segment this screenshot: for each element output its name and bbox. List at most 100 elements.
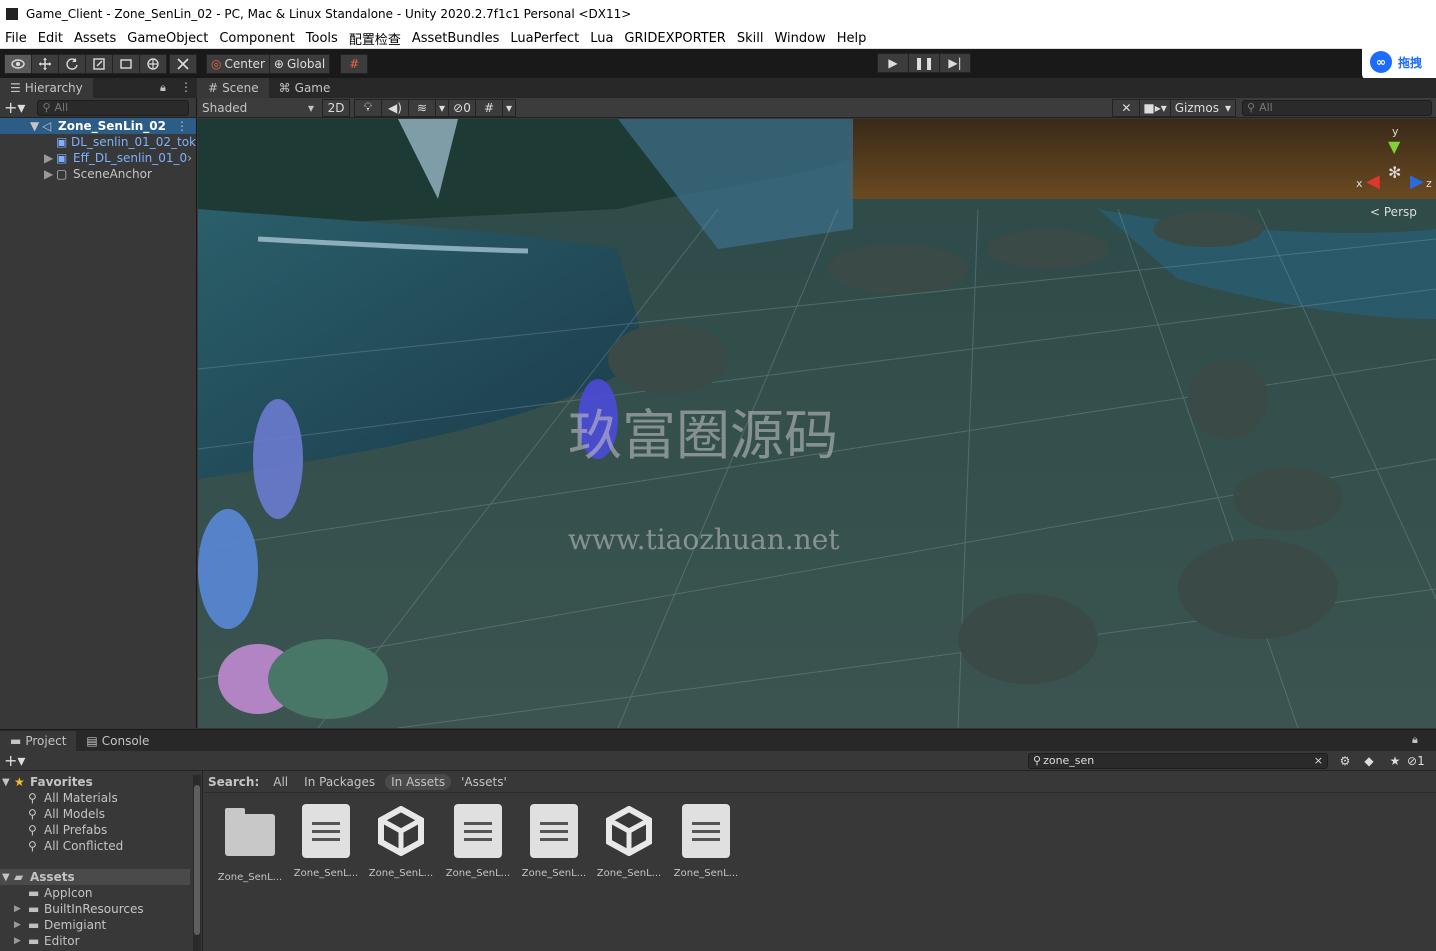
hierarchy-item[interactable]: ▶ ▣ Eff_DL_senlin_01_0 ›	[0, 150, 196, 166]
effects-dropdown[interactable]: ▾	[435, 98, 449, 117]
play-button[interactable]: ▶	[877, 53, 909, 73]
favorite-item[interactable]: ⚲ All Prefabs	[0, 822, 202, 838]
menu-lua[interactable]: Lua	[585, 31, 619, 46]
menu-tools[interactable]: Tools	[301, 31, 344, 46]
favorites-header[interactable]: ▼ ★ Favorites	[0, 774, 202, 790]
effects-toggle[interactable]: ≋	[408, 98, 436, 117]
step-button[interactable]: ▶|	[939, 53, 971, 73]
menu-assets[interactable]: Assets	[69, 31, 122, 46]
scene-options-icon[interactable]: ⋮	[176, 119, 188, 133]
camera-icon: ■▸▾	[1143, 100, 1167, 115]
scene-tab-label: Scene	[222, 81, 259, 95]
tab-game[interactable]: ⌘ Game	[269, 78, 341, 98]
grid-snap-button[interactable]: #	[340, 53, 369, 74]
orientation-gizmo[interactable]: y ▼ ◀ ▶ ✻ x z < Persp	[1356, 125, 1432, 219]
folder-icon: ▬	[28, 902, 40, 916]
add-icon[interactable]: +▾	[4, 751, 25, 770]
grid-dropdown[interactable]: ▾	[502, 98, 516, 117]
tab-hierarchy[interactable]: ☰ Hierarchy	[0, 78, 93, 98]
lighting-toggle[interactable]: 💡︎	[354, 98, 382, 117]
custom-tool-button[interactable]	[169, 53, 197, 74]
menu-config-check[interactable]: 配置检查	[344, 29, 407, 48]
audio-toggle[interactable]: ◀)	[381, 98, 409, 117]
menu-gridexporter[interactable]: GRIDEXPORTER	[619, 31, 731, 46]
hierarchy-scene-row[interactable]: ▼ ◁ Zone_SenLin_02 ⋮	[0, 118, 196, 134]
grid-toggle[interactable]: #	[475, 98, 503, 117]
lock-icon[interactable]: 🔒︎	[1412, 733, 1418, 747]
toggle-2d-button[interactable]: 2D	[322, 98, 350, 117]
asset-result[interactable]: Zone_SenL...	[519, 804, 589, 879]
rect-tool-button[interactable]	[112, 53, 140, 74]
favorite-item[interactable]: ⚲ All Models	[0, 806, 202, 822]
tab-project[interactable]: ▬ Project	[0, 731, 77, 751]
scale-tool-button[interactable]	[85, 53, 113, 74]
hierarchy-search-input[interactable]: ⚲ All	[37, 99, 190, 116]
favorite-item[interactable]: ⚲ All Materials	[0, 790, 202, 806]
pause-button[interactable]: ❚❚	[908, 53, 940, 73]
pivot-global-button[interactable]: ⊕ Global	[268, 53, 331, 74]
dropdown-arrow-icon: ▾	[307, 100, 314, 115]
filter-in-packages[interactable]: In Packages	[298, 774, 381, 790]
menu-window[interactable]: Window	[769, 31, 831, 46]
asset-result[interactable]: Zone_SenL...	[594, 804, 664, 879]
filter-all[interactable]: All	[267, 774, 294, 790]
camera-settings-button[interactable]: ■▸▾	[1139, 98, 1171, 117]
favorite-item[interactable]: ⚲ All Conflicted	[0, 838, 202, 854]
menu-edit[interactable]: Edit	[33, 31, 69, 46]
folder-item[interactable]: ▶ ▬ Editor	[0, 933, 202, 949]
menu-file[interactable]: File	[0, 31, 33, 46]
scene-tools-button[interactable]: ✕	[1112, 98, 1141, 117]
scene-panel: # Scene ⌘ Game Shaded ▾ 2D 💡︎ ◀) ≋ ▾ ⊘ 0 # ▾…	[198, 78, 1436, 728]
menu-component[interactable]: Component	[214, 31, 300, 46]
menu-assetbundles[interactable]: AssetBundles	[407, 31, 506, 46]
scene-search-input[interactable]: ⚲ All	[1242, 99, 1432, 116]
hierarchy-item[interactable]: ▣ DL_senlin_01_02_tok	[0, 134, 196, 150]
scene-viewport[interactable]: 玖富圈源码 www.tiaozhuan.net y ▼ ◀ ▶ ✻ x z < …	[198, 119, 1436, 728]
projection-label[interactable]: < Persp	[1370, 205, 1417, 219]
asset-result[interactable]: Zone_SenL...	[671, 804, 741, 879]
assets-header[interactable]: ▼ ▰ Assets	[0, 869, 190, 885]
shading-mode-dropdown[interactable]: Shaded ▾	[198, 99, 318, 117]
menu-bar: File Edit Assets GameObject Component To…	[0, 28, 1436, 49]
folder-icon: ▬	[10, 734, 22, 748]
tab-console[interactable]: ▤ Console	[76, 731, 159, 751]
search-icon: ⚲	[28, 839, 37, 853]
more-options-icon[interactable]: ⋮	[180, 80, 192, 94]
folder-item[interactable]: ▶ ▬ Demigiant	[0, 917, 202, 933]
gizmos-dropdown[interactable]: Gizmos ▾	[1169, 98, 1236, 117]
baidu-netdisk-overlay[interactable]: ∞ 拖拽	[1362, 44, 1436, 80]
filter-assets-folder[interactable]: 'Assets'	[455, 774, 513, 790]
move-tool-button[interactable]	[31, 53, 59, 74]
save-search-button[interactable]: ★	[1381, 752, 1409, 770]
lock-icon[interactable]: 🔒︎	[160, 81, 166, 95]
chevron-right-icon[interactable]: ›	[187, 151, 192, 165]
menu-luaperfect[interactable]: LuaPerfect	[505, 31, 585, 46]
grid-snap-icon: #	[349, 56, 360, 71]
menu-skill[interactable]: Skill	[732, 31, 770, 46]
scrollbar-thumb[interactable]	[194, 785, 200, 935]
filter-by-label-button[interactable]: ◆	[1355, 752, 1383, 770]
hierarchy-item[interactable]: ▶ ▢ SceneAnchor	[0, 166, 196, 182]
project-search-input[interactable]: ⚲ zone_sen ×	[1028, 752, 1328, 769]
add-icon[interactable]: +▾	[4, 98, 25, 117]
transform-tool-button[interactable]	[139, 53, 167, 74]
clear-search-icon[interactable]: ×	[1314, 754, 1323, 767]
folder-item[interactable]: ▶ ▬ BuiltInResources	[0, 901, 202, 917]
view-tool-button[interactable]	[4, 53, 32, 74]
asset-result[interactable]: Zone_SenL...	[291, 804, 361, 879]
menu-gameobject[interactable]: GameObject	[122, 31, 214, 46]
hierarchy-tabbar: ☰ Hierarchy 🔒︎ ⋮	[0, 78, 197, 98]
tree-scrollbar[interactable]	[193, 775, 201, 951]
tab-scene[interactable]: # Scene	[198, 78, 269, 98]
scene-visibility-toggle[interactable]: ⊘ 0	[448, 98, 476, 117]
hidden-packages-button[interactable]: ⊘ 1	[1407, 752, 1427, 770]
folder-item[interactable]: ▬ AppIcon	[0, 885, 202, 901]
asset-result[interactable]: Zone_SenL...	[366, 804, 436, 879]
hierarchy-tree: ▼ ◁ Zone_SenLin_02 ⋮ ▣ DL_senlin_01_02_to…	[0, 118, 196, 182]
filter-in-assets[interactable]: In Assets	[385, 773, 452, 790]
menu-help[interactable]: Help	[832, 31, 873, 46]
rotate-tool-button[interactable]	[58, 53, 86, 74]
asset-result[interactable]: Zone_SenL...	[215, 804, 285, 883]
pivot-center-button[interactable]: ◎ Center	[206, 53, 270, 74]
asset-result[interactable]: Zone_SenL...	[443, 804, 513, 879]
